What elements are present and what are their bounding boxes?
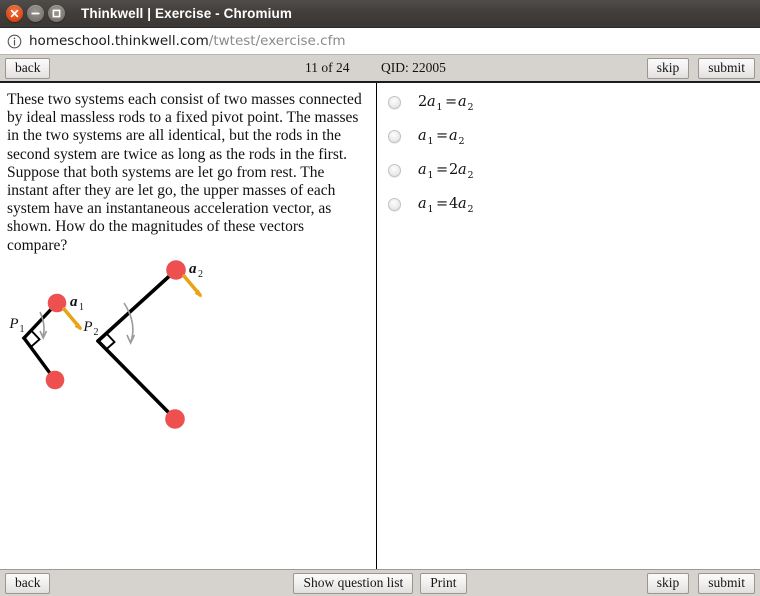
question-text: These two systems each consist of two ma…	[7, 91, 362, 254]
show-question-list-button[interactable]: Show question list	[293, 572, 414, 594]
pivot2-label-sub: 2	[94, 327, 99, 338]
svg-text:=: =	[436, 196, 448, 212]
url-domain: homeschool.thinkwell.com	[29, 33, 209, 49]
svg-text:a: a	[458, 162, 467, 178]
pivot2-label: P	[82, 319, 92, 335]
radio-option-c[interactable]	[388, 164, 401, 177]
close-window-button[interactable]	[6, 5, 23, 22]
svg-text:=: =	[445, 94, 457, 110]
svg-text:2: 2	[468, 102, 474, 113]
accel2-label: a	[189, 261, 197, 277]
browser-url-bar[interactable]: homeschool.thinkwell.com/twtest/exercise…	[0, 28, 760, 55]
window-title: Thinkwell | Exercise - Chromium	[81, 6, 292, 21]
svg-text:2: 2	[449, 162, 458, 178]
answer-label-b: a 1 = a 2	[418, 123, 498, 149]
svg-text:a: a	[458, 94, 467, 110]
accel1-label-sub: 1	[79, 302, 84, 313]
submit-button-bottom[interactable]: submit	[698, 572, 755, 594]
window-titlebar: Thinkwell | Exercise - Chromium	[0, 0, 760, 28]
submit-button-top[interactable]: submit	[698, 57, 755, 79]
system2-upper-rod	[96, 268, 178, 343]
browser-window: Thinkwell | Exercise - Chromium homescho…	[0, 0, 760, 596]
info-circle-icon[interactable]	[7, 34, 22, 49]
svg-text:=: =	[436, 128, 448, 144]
maximize-window-button[interactable]	[48, 5, 65, 22]
answer-option-d[interactable]: a 1 = 4 a 2	[377, 193, 760, 227]
svg-text:2: 2	[468, 204, 474, 215]
system2-rotation-arrowhead	[126, 334, 136, 345]
back-button-top[interactable]: back	[5, 57, 51, 79]
print-button[interactable]: Print	[420, 572, 467, 594]
answer-option-c[interactable]: a 1 = 2 a 2	[377, 159, 760, 193]
answer-pane: 2 a 1 = a 2 a 1 = a 2 a 1 = 2 a 2 a 1 = …	[377, 83, 760, 569]
svg-text:4: 4	[449, 196, 458, 212]
exercise-content: These two systems each consist of two ma…	[0, 83, 760, 569]
system2-lower-mass	[165, 409, 185, 429]
svg-text:a: a	[418, 196, 427, 212]
exercise-toolbar-top: back 11 of 24 QID: 22005 skip submit	[0, 55, 760, 83]
skip-button-bottom[interactable]: skip	[646, 572, 690, 594]
svg-text:a: a	[427, 94, 436, 110]
svg-text:1: 1	[428, 136, 434, 147]
question-id: QID: 22005	[381, 60, 446, 75]
svg-text:a: a	[418, 128, 427, 144]
question-counter: 11 of 24	[305, 60, 350, 75]
radio-option-d[interactable]	[388, 198, 401, 211]
system1-lower-mass	[45, 370, 65, 390]
skip-button-top[interactable]: skip	[646, 57, 690, 79]
system2-lower-rod	[96, 339, 177, 421]
minimize-window-button[interactable]	[27, 5, 44, 22]
answer-option-a[interactable]: 2 a 1 = a 2	[377, 91, 760, 125]
pivot1-label-sub: 1	[20, 324, 25, 335]
svg-text:2: 2	[468, 170, 474, 181]
back-button-bottom[interactable]: back	[5, 572, 51, 594]
url-path: /twtest/exercise.cfm	[208, 33, 346, 49]
svg-text:a: a	[449, 128, 458, 144]
svg-text:a: a	[418, 162, 427, 178]
svg-text:=: =	[436, 162, 448, 178]
pivot1-label: P	[8, 316, 18, 332]
url-text[interactable]: homeschool.thinkwell.com/twtest/exercise…	[29, 33, 345, 49]
svg-text:2: 2	[418, 94, 427, 110]
svg-text:1: 1	[437, 102, 443, 113]
answer-label-a: 2 a 1 = a 2	[418, 89, 498, 115]
svg-text:1: 1	[428, 170, 434, 181]
svg-text:a: a	[458, 196, 467, 212]
accel1-label: a	[70, 294, 78, 310]
answer-label-c: a 1 = 2 a 2	[418, 157, 498, 183]
exercise-toolbar-bottom: back Show question list Print skip submi…	[0, 569, 760, 596]
accel2-label-sub: 2	[198, 269, 203, 280]
answer-label-d: a 1 = 4 a 2	[418, 191, 498, 217]
physics-diagram: P 1 a 1 P 2 a 2	[0, 255, 376, 455]
svg-text:2: 2	[459, 136, 465, 147]
answer-option-b[interactable]: a 1 = a 2	[377, 125, 760, 159]
svg-text:1: 1	[428, 204, 434, 215]
radio-option-a[interactable]	[388, 96, 401, 109]
radio-option-b[interactable]	[388, 130, 401, 143]
question-pane: These two systems each consist of two ma…	[0, 83, 377, 569]
